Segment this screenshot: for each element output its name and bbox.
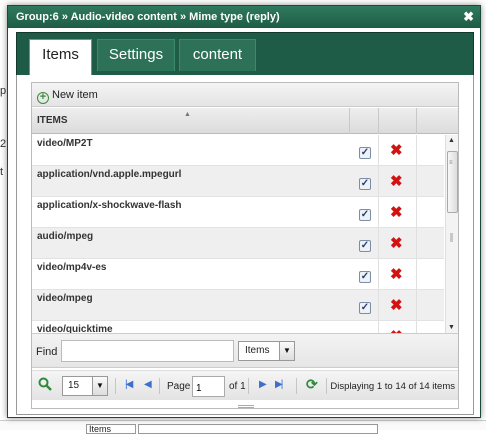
- row-mime-type: video/quicktime: [37, 324, 113, 333]
- dialog-title: Group:6 » Audio-video content » Mime typ…: [16, 11, 280, 23]
- background-text: t: [0, 166, 4, 178]
- background-select: Items: [86, 424, 136, 434]
- row-mime-type: video/MP2T: [37, 138, 93, 149]
- column-header-delete: [379, 108, 417, 134]
- enabled-checkbox[interactable]: ✓: [359, 271, 371, 283]
- grip-icon: ≡: [449, 160, 453, 166]
- divider: [326, 378, 327, 394]
- new-item-button[interactable]: + New item: [37, 88, 98, 104]
- background-text: p: [0, 85, 7, 97]
- delete-icon[interactable]: ✖: [390, 205, 403, 220]
- find-field-value: Items: [245, 345, 270, 356]
- row-mime-type: audio/mpeg: [37, 231, 94, 242]
- page-label: Page: [167, 381, 191, 392]
- grid-header: ITEMS ▲: [32, 108, 458, 134]
- grid-toolbar: + New item: [32, 83, 458, 107]
- chevron-down-icon[interactable]: ▼: [92, 377, 107, 395]
- table-row[interactable]: video/mp4v-es ✓ ✖: [32, 259, 444, 290]
- tab-bar: Items Settings content: [16, 32, 474, 78]
- items-grid: + New item ITEMS ▲ video/MP2T ✓ ✖ applic…: [31, 82, 459, 409]
- search-icon[interactable]: [38, 377, 52, 391]
- page-count-label: of 1: [229, 381, 246, 392]
- table-row[interactable]: video/mpeg ✓ ✖: [32, 290, 444, 321]
- row-mime-type: video/mpeg: [37, 293, 93, 304]
- next-page-icon[interactable]: ▶: [259, 379, 267, 390]
- row-mime-type: application/x-shockwave-flash: [37, 200, 182, 211]
- find-label: Find: [36, 346, 58, 358]
- mime-type-dialog: Group:6 » Audio-video content » Mime typ…: [7, 5, 481, 418]
- scroll-down-icon[interactable]: ▼: [448, 324, 455, 331]
- row-mime-type: video/mp4v-es: [37, 262, 107, 273]
- page-size-select[interactable]: 15 ▼: [62, 376, 108, 396]
- tab-settings[interactable]: Settings: [97, 39, 175, 71]
- table-row[interactable]: application/x-shockwave-flash ✓ ✖: [32, 197, 444, 228]
- last-page-icon[interactable]: ▶|: [275, 379, 283, 390]
- enabled-checkbox[interactable]: ✓: [359, 240, 371, 252]
- tab-items[interactable]: Items: [29, 39, 92, 78]
- table-row[interactable]: audio/mpeg ✓ ✖: [32, 228, 444, 259]
- paging-toolbar: 15 ▼ |◀ ◀ Page of 1 ▶ ▶| ⟳ Displaying 1 …: [32, 370, 458, 400]
- find-bar: Find Items ▼: [32, 333, 458, 368]
- sort-ascending-icon: ▲: [184, 111, 191, 118]
- delete-icon[interactable]: ✖: [390, 267, 403, 282]
- column-header-items[interactable]: ITEMS ▲: [32, 108, 350, 134]
- page-number-input[interactable]: [192, 376, 225, 397]
- chevron-down-icon[interactable]: ▼: [279, 342, 294, 360]
- column-header-enabled: [350, 108, 379, 134]
- scroll-marker: [450, 233, 453, 242]
- divider: [296, 378, 297, 394]
- tab-panel-items: + New item ITEMS ▲ video/MP2T ✓ ✖ applic…: [16, 75, 474, 415]
- delete-icon[interactable]: ✖: [390, 174, 403, 189]
- table-row[interactable]: video/quicktime ✓ ✖: [32, 321, 444, 333]
- paging-summary: Displaying 1 to 14 of 14 items: [330, 381, 455, 392]
- divider: [115, 378, 116, 394]
- table-row[interactable]: application/vnd.apple.mpegurl ✓ ✖: [32, 166, 444, 197]
- column-header-label: ITEMS: [37, 115, 68, 126]
- enabled-checkbox[interactable]: ✓: [359, 178, 371, 190]
- background-field: [138, 424, 378, 434]
- divider: [248, 378, 249, 394]
- row-mime-type: application/vnd.apple.mpegurl: [37, 169, 182, 180]
- delete-icon[interactable]: ✖: [390, 298, 403, 313]
- delete-icon[interactable]: ✖: [390, 143, 403, 158]
- refresh-icon[interactable]: ⟳: [306, 377, 318, 391]
- table-row[interactable]: video/MP2T ✓ ✖: [32, 135, 444, 166]
- previous-page-icon[interactable]: ◀: [144, 379, 152, 390]
- dialog-titlebar[interactable]: Group:6 » Audio-video content » Mime typ…: [8, 6, 480, 28]
- enabled-checkbox[interactable]: ✓: [359, 147, 371, 159]
- background-text: 2: [0, 138, 7, 150]
- background-page-strip: Items: [0, 420, 486, 434]
- close-button[interactable]: ✖: [463, 6, 474, 28]
- scroll-up-icon[interactable]: ▲: [448, 137, 455, 144]
- find-input[interactable]: [61, 340, 234, 362]
- new-item-label: New item: [52, 89, 98, 101]
- plus-circle-icon: +: [37, 92, 49, 104]
- enabled-checkbox[interactable]: ✓: [359, 209, 371, 221]
- tab-content[interactable]: content: [179, 39, 256, 71]
- delete-icon[interactable]: ✖: [390, 236, 403, 251]
- grid-rows: video/MP2T ✓ ✖ application/vnd.apple.mpe…: [32, 135, 444, 333]
- page-size-value: 15: [68, 380, 80, 391]
- resize-handle[interactable]: [238, 405, 254, 408]
- find-field-select[interactable]: Items ▼: [238, 341, 295, 361]
- vertical-scrollbar[interactable]: ▲ ≡ ▼: [445, 135, 458, 333]
- enabled-checkbox[interactable]: ✓: [359, 302, 371, 314]
- divider: [159, 378, 160, 394]
- first-page-icon[interactable]: |◀: [125, 379, 133, 390]
